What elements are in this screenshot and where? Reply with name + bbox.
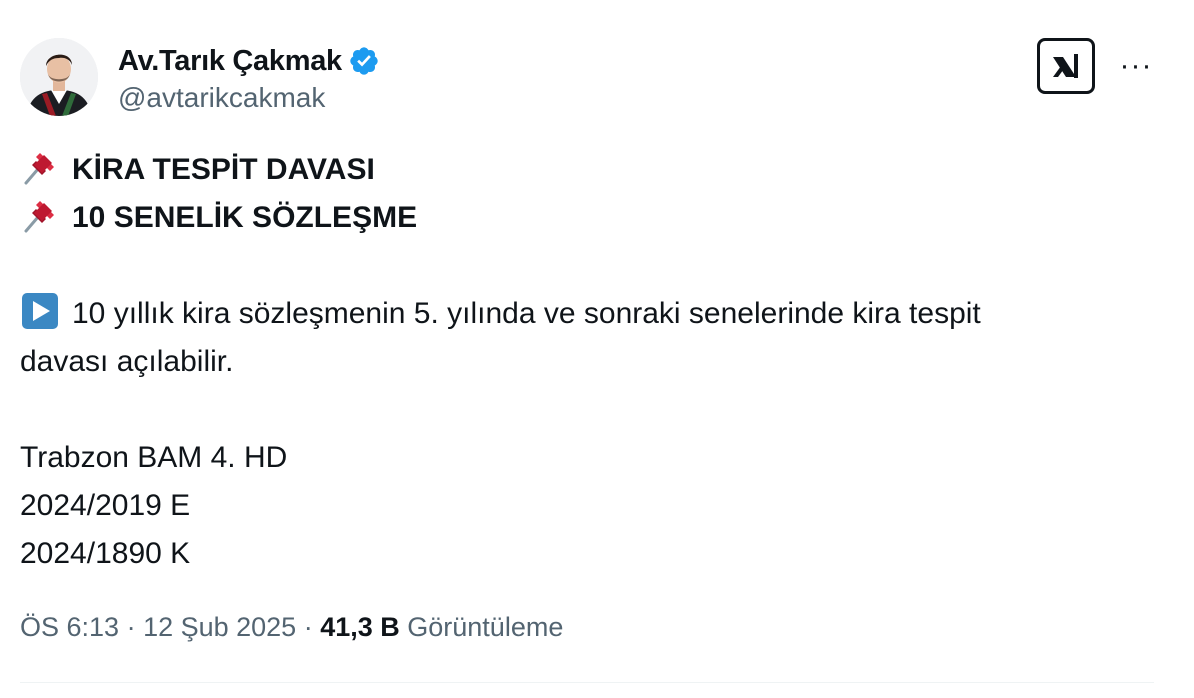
pushpin-icon <box>20 147 60 187</box>
author-names: Av.Tarık Çakmak @avtarikcakmak <box>118 42 380 114</box>
tweet-text: KİRA TESPİT DAVASI 10 SENELİK SÖZLEŞME 1… <box>20 146 1170 578</box>
display-name-row: Av.Tarık Çakmak <box>118 42 380 80</box>
avatar-image <box>20 38 98 116</box>
more-options-button[interactable]: ··· <box>1118 48 1154 84</box>
meta-separator: · <box>119 612 144 642</box>
tweet-line: 10 SENELİK SÖZLEŞME <box>20 194 1170 242</box>
tweet-case-number: 2024/2019 E <box>20 489 191 522</box>
tweet-date[interactable]: 12 Şub 2025 <box>143 612 296 642</box>
tweet-heading-1: KİRA TESPİT DAVASI <box>72 153 375 186</box>
tweet-meta: ÖS 6:13 · 12 Şub 2025 · 41,3 B Görüntüle… <box>20 612 563 643</box>
tweet-time[interactable]: ÖS 6:13 <box>20 612 119 642</box>
tweet-court: Trabzon BAM 4. HD <box>20 441 288 474</box>
meta-separator: · <box>296 612 321 642</box>
avatar[interactable] <box>20 38 98 116</box>
pushpin-icon <box>20 195 60 235</box>
views-label: Görüntüleme <box>399 612 564 642</box>
author-handle[interactable]: @avtarikcakmak <box>118 82 380 114</box>
views-count: 41,3 B <box>320 612 400 642</box>
verified-check-icon[interactable] <box>348 45 380 77</box>
play-button-icon <box>20 291 60 331</box>
grok-xai-icon[interactable] <box>1037 38 1095 94</box>
tweet-sentence-end: davası açılabilir. <box>20 345 234 378</box>
tweet-card: Av.Tarık Çakmak @avtarikcakmak ··· KİRA … <box>0 0 1194 698</box>
tweet-heading-2: 10 SENELİK SÖZLEŞME <box>72 201 418 234</box>
tweet-line: 10 yıllık kira sözleşmenin 5. yılında ve… <box>20 290 1170 338</box>
tweet-decision-number: 2024/1890 K <box>20 537 191 570</box>
tweet-line: KİRA TESPİT DAVASI <box>20 146 1170 194</box>
divider <box>20 682 1154 683</box>
tweet-sentence-start: 10 yıllık kira sözleşmenin 5. yılında ve… <box>72 297 981 330</box>
author-display-name[interactable]: Av.Tarık Çakmak <box>118 45 342 78</box>
tweet-header: Av.Tarık Çakmak @avtarikcakmak ··· <box>20 38 1170 120</box>
